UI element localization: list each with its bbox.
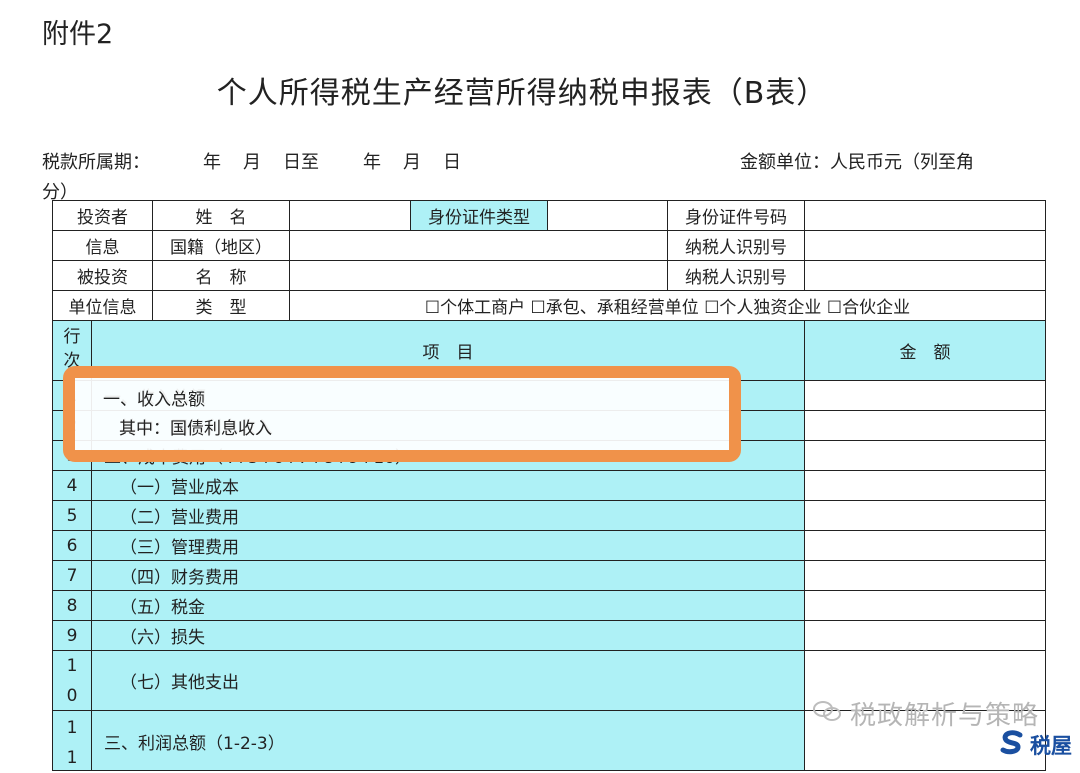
- attachment-label: 附件2: [42, 19, 114, 50]
- row-number: 8: [52, 590, 92, 621]
- id-type-label: 身份证件类型: [410, 200, 548, 231]
- period-year-end: 年: [363, 152, 381, 173]
- row-number-digit: 1: [66, 718, 78, 738]
- name-label: 姓 名: [152, 200, 290, 231]
- rowno-header-1: 行: [63, 327, 81, 347]
- amount-unit: 金额单位：人民币元（列至角: [740, 152, 974, 173]
- watermark-text: 税政解析与策略: [850, 701, 1040, 731]
- row-item: 三、利润总额（1-2-3）: [91, 710, 805, 771]
- row-amount-field[interactable]: [804, 620, 1046, 651]
- row-amount-field[interactable]: [804, 440, 1046, 471]
- taxpayer-id-label: 纳税人识别号: [667, 230, 805, 261]
- row-item: （六）损失: [91, 620, 805, 651]
- amount-header: 金 额: [804, 320, 1046, 381]
- row-amount-field[interactable]: [804, 500, 1046, 531]
- row-number-digit: 1: [66, 655, 78, 676]
- name-field[interactable]: [289, 200, 411, 231]
- tax-form-table: 投资者 信息 姓 名 身份证件类型 身份证件号码 国籍（地区） 纳税人识别号 被…: [52, 200, 1046, 771]
- investor-label-2: 信息: [52, 230, 153, 261]
- id-type-field[interactable]: [547, 200, 668, 231]
- company-taxpayer-id-label: 纳税人识别号: [667, 260, 805, 291]
- page-title: 个人所得税生产经营所得纳税申报表（B表）: [216, 76, 828, 111]
- shuiwu-logo-text: 税屋: [1030, 734, 1072, 758]
- nationality-label: 国籍（地区）: [152, 230, 290, 261]
- period-year-start: 年: [203, 152, 221, 173]
- row-item: （四）财务费用: [91, 560, 805, 591]
- row-amount-field[interactable]: [804, 410, 1046, 441]
- type-options[interactable]: ☐个体工商户 ☐承包、承租经营单位 ☐个人独资企业 ☐合伙企业: [289, 290, 1046, 321]
- shuiwu-logo-icon: [1000, 730, 1023, 755]
- row-number-digit: 0: [66, 685, 78, 706]
- row-amount-field[interactable]: [804, 530, 1046, 561]
- wechat-icon: [813, 701, 841, 721]
- row-item: （一）营业成本: [91, 470, 805, 501]
- investee-label-1: 被投资: [52, 260, 153, 291]
- investee-label-2: 单位信息: [52, 290, 153, 321]
- row-amount-field[interactable]: [804, 380, 1046, 411]
- company-name-field[interactable]: [289, 260, 668, 291]
- row-amount-field[interactable]: [804, 590, 1046, 621]
- nationality-field[interactable]: [289, 230, 668, 261]
- period-day-to: 日至: [283, 152, 319, 173]
- row-number: 5: [52, 500, 92, 531]
- row-number: 4: [52, 470, 92, 501]
- period-month-start: 月: [243, 152, 261, 173]
- row-number: 6: [52, 530, 92, 561]
- period-month-end: 月: [403, 152, 421, 173]
- company-name-label: 名 称: [152, 260, 290, 291]
- company-taxpayer-id-field[interactable]: [804, 260, 1046, 291]
- row-number: 1 0: [52, 650, 92, 711]
- taxpayer-id-field[interactable]: [804, 230, 1046, 261]
- row-item: （七）其他支出: [91, 650, 805, 711]
- row-number: 7: [52, 560, 92, 591]
- id-number-field[interactable]: [804, 200, 1046, 231]
- type-label: 类 型: [152, 290, 290, 321]
- id-number-label: 身份证件号码: [667, 200, 805, 231]
- investor-label-1: 投资者: [52, 200, 153, 231]
- highlight-row-2-text: 其中：国债利息收入: [119, 419, 272, 439]
- row-item: （五）税金: [91, 590, 805, 621]
- row-amount-field[interactable]: [804, 470, 1046, 501]
- highlight-row-1-text: 一、收入总额: [103, 390, 205, 410]
- row-number: 9: [52, 620, 92, 651]
- row-number: 1 1: [52, 710, 92, 771]
- row-amount-field[interactable]: [804, 560, 1046, 591]
- row-number-digit: 1: [66, 748, 78, 768]
- period-label: 税款所属期：: [42, 152, 150, 173]
- period-day-end: 日: [443, 152, 461, 173]
- row-item: （二）营业费用: [91, 500, 805, 531]
- row-item: （三）管理费用: [91, 530, 805, 561]
